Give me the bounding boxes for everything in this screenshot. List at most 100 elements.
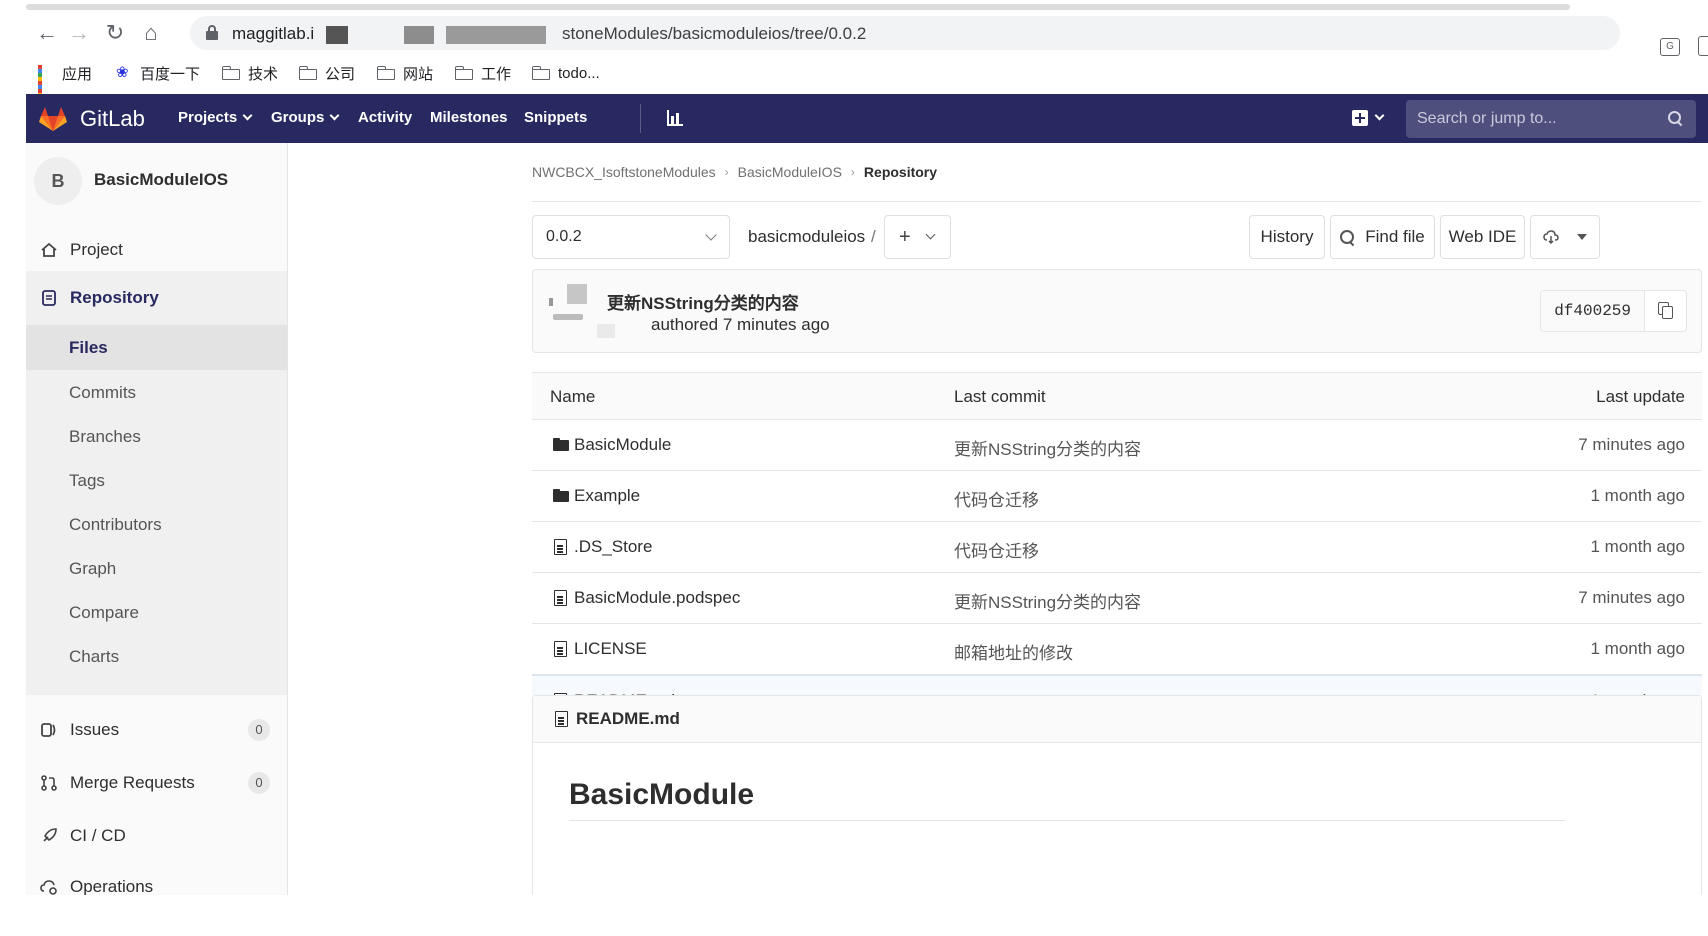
table-row[interactable]: LICENSE 邮箱地址的修改 1 month ago	[532, 624, 1702, 675]
table-header: Name Last commit Last update	[532, 373, 1702, 420]
search-icon[interactable]	[1668, 111, 1682, 125]
file-last-commit-link[interactable]: 代码仓迁移	[954, 486, 1039, 511]
bookmark-folder-sites[interactable]: 网站	[377, 62, 433, 84]
gitlab-tanuki-icon[interactable]	[38, 104, 68, 134]
sidebar-item-cicd[interactable]: CI / CD	[26, 809, 287, 863]
sidebar-item-label: Project	[70, 240, 123, 259]
breadcrumb-project[interactable]: BasicModuleIOS	[738, 164, 842, 180]
bookmark-folder-todo[interactable]: todo...	[532, 62, 600, 84]
breadcrumb-current[interactable]: Repository	[864, 164, 937, 180]
bookmark-folder-company[interactable]: 公司	[299, 62, 355, 84]
sidebar-item-repository[interactable]: Repository	[26, 271, 287, 325]
reload-icon[interactable]: ↻	[100, 18, 130, 48]
readme-heading: BasicModule	[569, 778, 755, 811]
bookmark-folder-tech[interactable]: 技术	[222, 62, 278, 84]
find-file-button[interactable]: Find file	[1330, 215, 1435, 259]
merge-requests-count-badge: 0	[248, 772, 270, 794]
commit-title[interactable]: 更新NSString分类的内容	[607, 289, 799, 314]
chevron-down-icon[interactable]	[1374, 110, 1385, 121]
bookmark-folder-work[interactable]: 工作	[455, 62, 511, 84]
sidebar-subitem-contributors[interactable]: Contributors	[26, 502, 287, 547]
nav-projects[interactable]: Projects	[178, 109, 253, 126]
commit-author-avatar[interactable]	[549, 284, 615, 338]
sidebar-project-header[interactable]: B BasicModuleIOS	[26, 143, 287, 217]
commit-sha[interactable]: df400259	[1540, 290, 1645, 332]
forward-arrow-icon[interactable]: →	[64, 18, 94, 48]
breadcrumb-group[interactable]: NWCBCX_IsoftstoneModules	[532, 164, 716, 180]
merge-request-icon	[41, 775, 57, 791]
add-file-dropdown[interactable]: +	[884, 215, 951, 259]
gitlab-brand[interactable]: GitLab	[80, 106, 145, 132]
history-button[interactable]: History	[1249, 215, 1325, 259]
sidebar-subitem-branches[interactable]: Branches	[26, 414, 287, 459]
sidebar-item-issues[interactable]: Issues 0	[26, 703, 287, 757]
nav-snippets[interactable]: Snippets	[524, 109, 587, 126]
column-header-last-update: Last update	[1596, 387, 1685, 406]
sidebar-subitem-commits[interactable]: Commits	[26, 370, 287, 415]
repo-path-root[interactable]: basicmoduleios	[748, 227, 865, 247]
readme-filename[interactable]: README.md	[576, 709, 680, 729]
table-row[interactable]: Example 代码仓迁移 1 month ago	[532, 471, 1702, 522]
repository-toolbar: 0.0.2 basicmoduleios / + History Find fi…	[532, 215, 1702, 259]
branch-selector-value: 0.0.2	[546, 228, 582, 245]
column-header-last-commit: Last commit	[954, 387, 1046, 406]
file-name-link[interactable]: Example	[574, 486, 640, 506]
file-last-commit-link[interactable]: 代码仓迁移	[954, 537, 1039, 562]
nav-milestones[interactable]: Milestones	[430, 109, 508, 126]
chevron-right-icon: ›	[850, 165, 855, 179]
back-arrow-icon[interactable]: ←	[32, 18, 62, 48]
folder-icon	[532, 66, 550, 80]
bookmark-label: 百度一下	[140, 65, 201, 83]
branch-selector[interactable]: 0.0.2	[532, 215, 730, 259]
sidebar-subitem-tags[interactable]: Tags	[26, 458, 287, 503]
sidebar-subitem-files[interactable]: Files	[26, 325, 287, 370]
home-icon[interactable]: ⌂	[136, 18, 166, 48]
share-icon[interactable]	[1698, 36, 1708, 56]
nav-activity[interactable]: Activity	[358, 109, 412, 126]
bookmark-apps[interactable]: 应用	[38, 62, 92, 101]
sidebar-item-label: Repository	[70, 288, 159, 307]
sidebar-project-name[interactable]: BasicModuleIOS	[94, 170, 228, 190]
sidebar-item-label: CI / CD	[70, 826, 126, 845]
project-avatar[interactable]: B	[34, 157, 82, 205]
folder-icon	[455, 66, 473, 80]
table-row[interactable]: BasicModule.podspec 更新NSString分类的内容 7 mi…	[532, 573, 1702, 624]
sidebar-subitem-compare[interactable]: Compare	[26, 590, 287, 635]
bookmark-baidu[interactable]: ❀ 百度一下	[116, 62, 200, 84]
apps-grid-icon	[38, 65, 54, 101]
file-last-commit-link[interactable]: 邮箱地址的修改	[954, 639, 1073, 664]
tab-strip-scrollbar[interactable]	[26, 4, 1570, 10]
bookmark-label: 技术	[248, 65, 279, 83]
readme-panel: README.md BasicModule	[532, 695, 1702, 895]
sidebar-item-merge-requests[interactable]: Merge Requests 0	[26, 756, 287, 810]
sidebar-subitem-graph[interactable]: Graph	[26, 546, 287, 591]
file-name-link[interactable]: LICENSE	[574, 639, 647, 659]
cloud-gear-icon	[40, 880, 57, 895]
file-last-commit-link[interactable]: 更新NSString分类的内容	[954, 588, 1141, 613]
web-ide-button[interactable]: Web IDE	[1440, 215, 1525, 259]
commit-meta: authored 7 minutes ago	[651, 315, 830, 334]
chevron-down-icon	[242, 110, 253, 121]
search-input[interactable]	[1406, 100, 1696, 138]
copy-icon[interactable]	[1645, 290, 1687, 332]
nav-groups[interactable]: Groups	[271, 109, 340, 126]
file-name-link[interactable]: .DS_Store	[574, 537, 652, 557]
download-dropdown-button[interactable]	[1530, 215, 1600, 259]
translate-icon[interactable]: G	[1660, 38, 1680, 56]
new-item-plus-icon[interactable]	[1352, 110, 1368, 126]
global-search[interactable]	[1406, 100, 1696, 138]
address-bar[interactable]: maggitlab.i stoneModules/basicmoduleios/…	[190, 16, 1620, 50]
table-row[interactable]: BasicModule 更新NSString分类的内容 7 minutes ag…	[532, 420, 1702, 471]
sidebar-item-operations[interactable]: Operations	[26, 860, 287, 895]
chart-icon[interactable]	[666, 109, 684, 127]
file-name-link[interactable]: BasicModule.podspec	[574, 588, 740, 608]
file-name-link[interactable]: BasicModule	[574, 435, 671, 455]
gitlab-repository-page: ← → ↻ ⌂ maggitlab.i stoneModules/basicmo…	[0, 0, 1708, 936]
table-row[interactable]: .DS_Store 代码仓迁移 1 month ago	[532, 522, 1702, 573]
sidebar-subitem-charts[interactable]: Charts	[26, 634, 287, 679]
main-content: NWCBCX_IsoftstoneModules › BasicModuleIO…	[288, 143, 1708, 895]
folder-icon	[553, 437, 569, 454]
file-icon	[553, 539, 568, 556]
sidebar-item-project[interactable]: Project	[26, 223, 287, 277]
file-last-commit-link[interactable]: 更新NSString分类的内容	[954, 435, 1141, 460]
